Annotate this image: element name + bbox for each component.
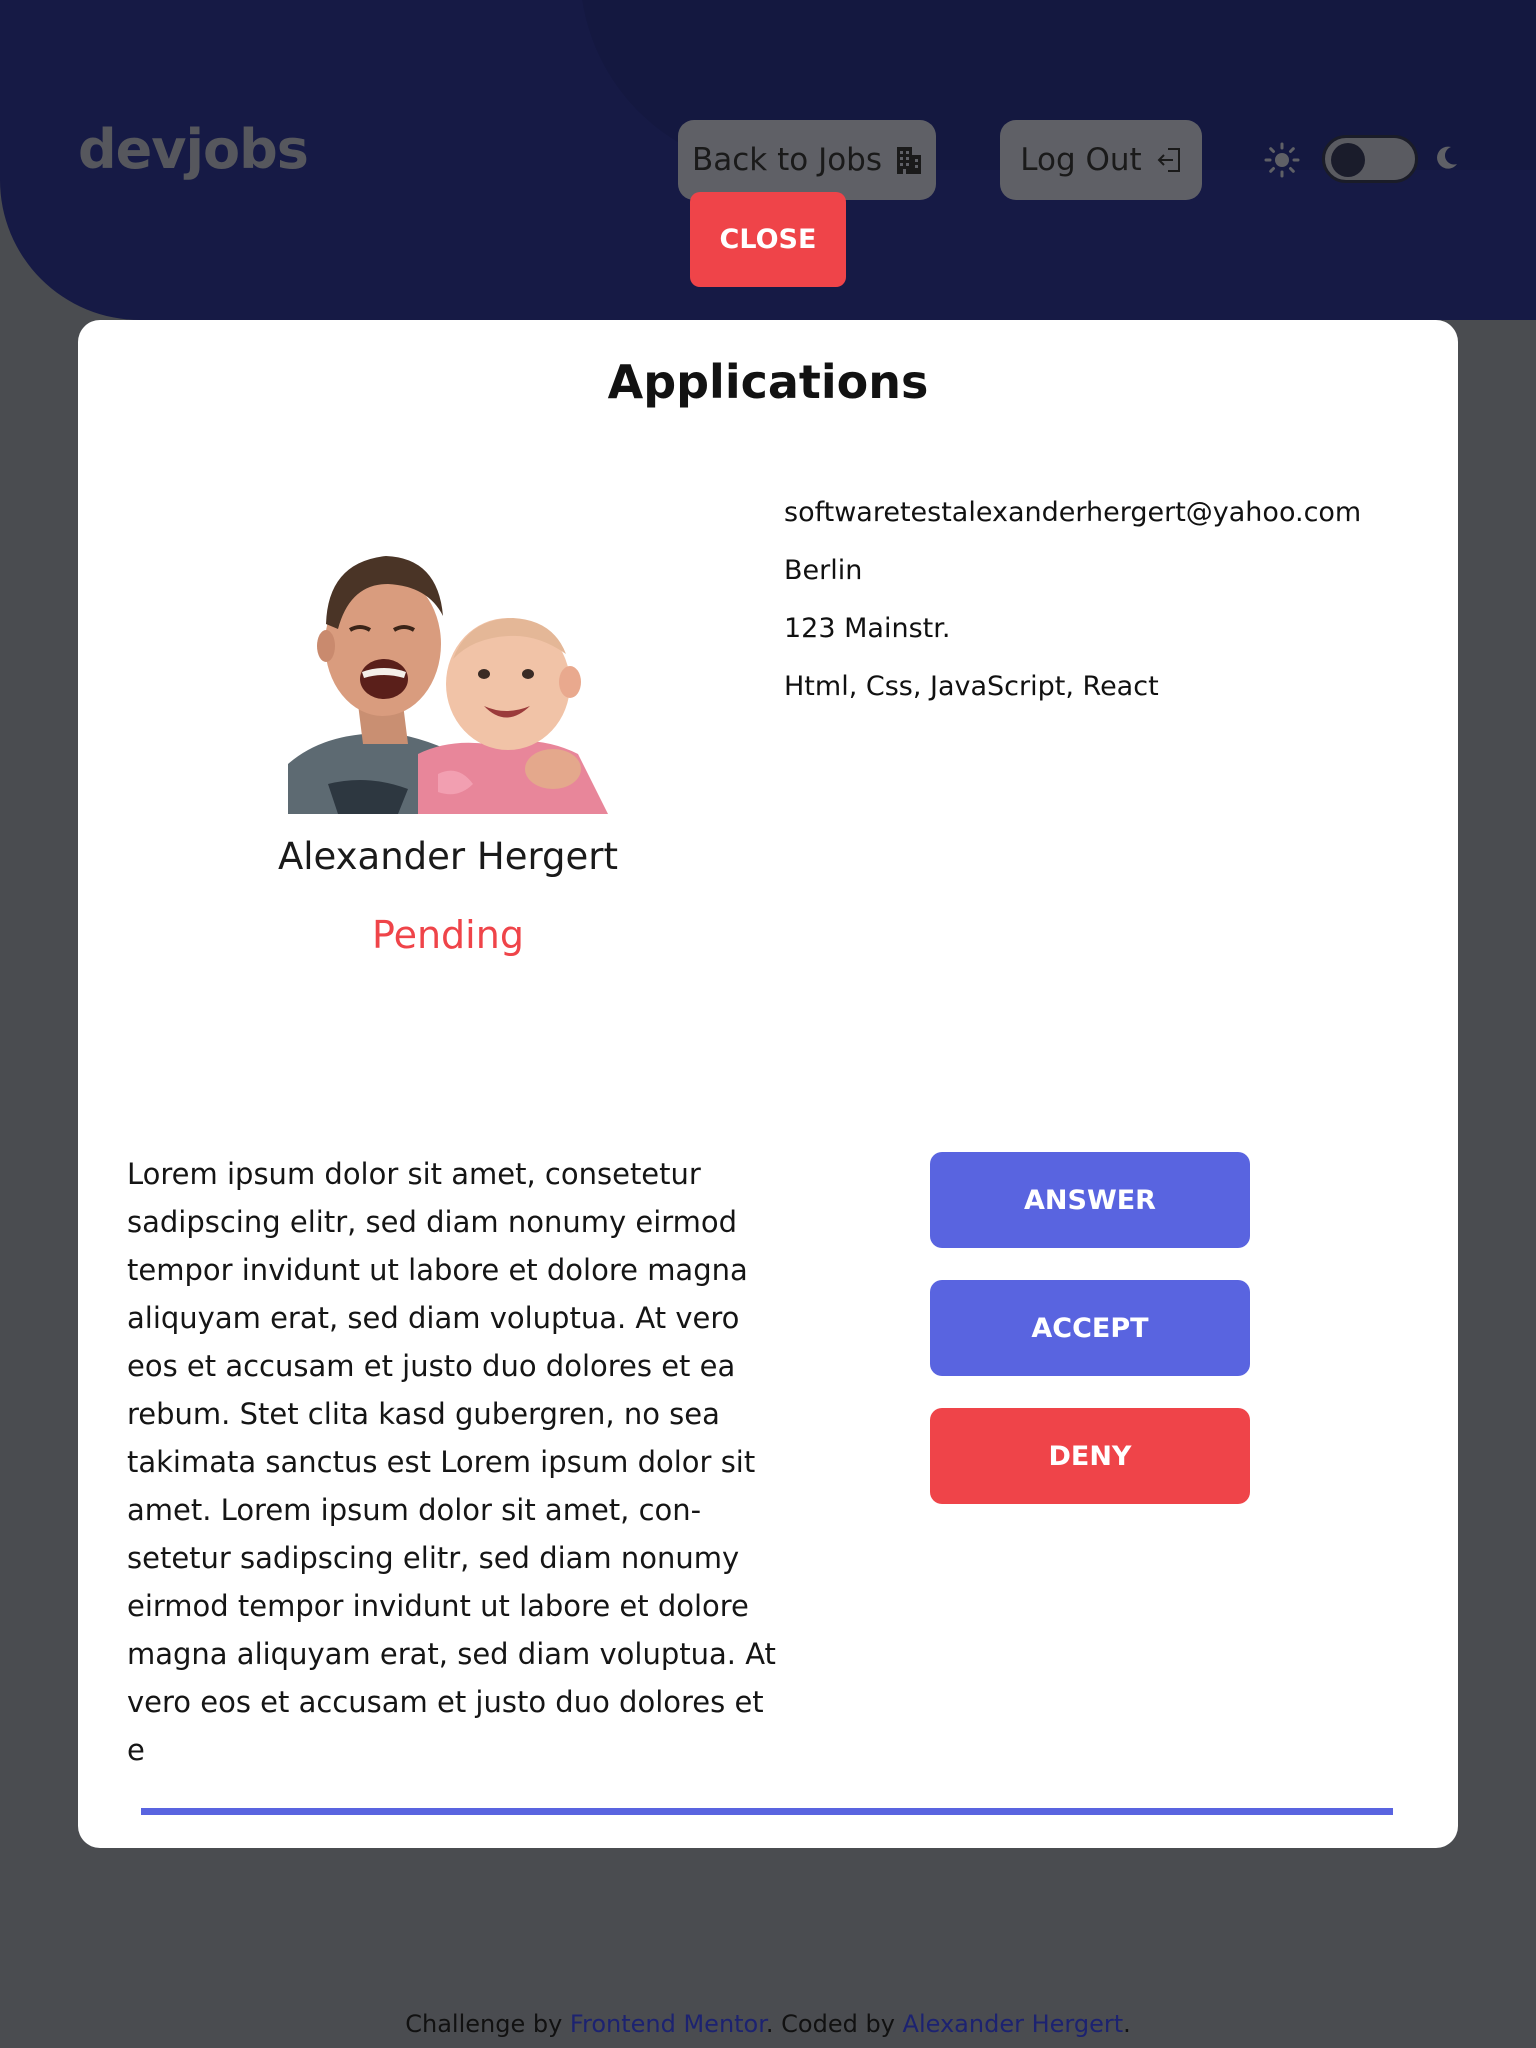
applicant-street: 123 Mainstr. (784, 613, 951, 644)
back-to-jobs-label: Back to Jobs (691, 142, 883, 178)
applicant-city: Berlin (784, 555, 863, 586)
back-to-jobs-button[interactable]: Back to Jobs (678, 120, 936, 200)
logout-label: Log Out (1020, 142, 1142, 178)
building-icon (896, 145, 922, 175)
applicant-details: softwaretestalexanderhergert@yahoo.com B… (784, 496, 1424, 728)
frontend-mentor-link[interactable]: Frontend Mentor (570, 2010, 766, 2038)
application-message: Lorem ipsum dolor sit amet, consetetur s… (127, 1157, 776, 1767)
applications-modal: Applications Alexander Hergert Pending s… (78, 320, 1458, 1848)
deny-button[interactable]: DENY (930, 1408, 1250, 1504)
status-badge: Pending (372, 913, 524, 957)
logo[interactable]: devjobs (78, 118, 309, 181)
moon-icon (1432, 144, 1460, 176)
applicant-email: softwaretestalexanderhergert@yahoo.com (784, 497, 1362, 528)
footer-prefix: Challenge by (405, 2010, 563, 2038)
author-link[interactable]: Alexander Hergert (903, 2010, 1124, 2038)
sun-icon (1264, 142, 1300, 182)
logout-icon (1156, 147, 1182, 173)
footer-middle: . Coded by (765, 2010, 895, 2038)
modal-divider (141, 1808, 1393, 1815)
logout-button[interactable]: Log Out (1000, 120, 1202, 200)
applicant-name: Alexander Hergert (277, 835, 619, 878)
answer-button[interactable]: ANSWER (930, 1152, 1250, 1248)
applicant-skills: Html, Css, JavaScript, React (784, 671, 1159, 702)
footer: Challenge by Frontend Mentor. Coded by A… (0, 2010, 1536, 2038)
modal-title: Applications (607, 355, 929, 409)
theme-toggle[interactable] (1264, 132, 1460, 188)
theme-toggle-track[interactable] (1322, 135, 1418, 183)
footer-suffix: . (1123, 2010, 1131, 2038)
page: devjobs Back to Jobs Log Out CLOSE Appli… (0, 0, 1536, 2048)
theme-toggle-knob (1331, 143, 1365, 177)
applicant-avatar (288, 534, 608, 814)
close-button[interactable]: CLOSE (690, 192, 846, 287)
accept-button[interactable]: ACCEPT (930, 1280, 1250, 1376)
